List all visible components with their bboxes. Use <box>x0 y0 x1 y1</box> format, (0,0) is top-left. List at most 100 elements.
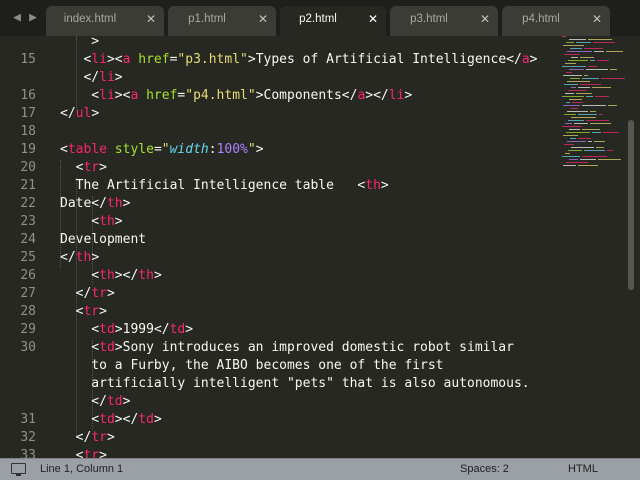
tab-close-icon[interactable]: ✕ <box>592 6 602 32</box>
minimap-line <box>565 153 570 154</box>
minimap-line <box>562 156 580 157</box>
code-line[interactable]: <tr> <box>60 159 107 177</box>
code-line[interactable]: <tr> <box>60 303 107 321</box>
monitor-icon[interactable] <box>11 463 26 476</box>
tab-close-icon[interactable]: ✕ <box>368 6 378 32</box>
tab-p4-html[interactable]: p4.html ✕ <box>502 6 610 36</box>
minimap-line <box>576 93 592 94</box>
code-line[interactable]: Date</th> <box>60 195 130 213</box>
code-line[interactable]: <li><a href="p3.html">Types of Artificia… <box>60 51 537 69</box>
minimap-line <box>563 105 580 106</box>
code-token: < <box>60 160 84 175</box>
code-token: </ <box>60 430 92 445</box>
code-line[interactable]: </tr> <box>60 429 115 447</box>
minimap-line <box>580 57 594 58</box>
code-line[interactable]: Development <box>60 231 146 249</box>
minimap-line <box>566 102 570 103</box>
code-line[interactable]: <td></td> <box>60 411 162 429</box>
minimap-line <box>584 75 588 76</box>
code-token: th <box>365 178 381 193</box>
code-token: Development <box>60 232 147 247</box>
code-line[interactable]: <table style="width:100%"> <box>60 141 264 159</box>
code-token: < <box>60 322 100 337</box>
cursor-position[interactable]: Line 1, Column 1 <box>40 459 123 480</box>
code-token: > <box>185 322 194 337</box>
code-token: > <box>114 214 123 229</box>
code-token: ></ <box>114 412 139 427</box>
code-token: tr <box>83 304 100 319</box>
code-token: > <box>99 160 107 175</box>
scrollbar-thumb[interactable] <box>628 120 634 290</box>
minimap-line <box>586 120 609 121</box>
minimap-line <box>563 135 578 136</box>
code-token: >1999</ <box>114 322 170 337</box>
minimap-line <box>582 156 607 157</box>
code-token: >< <box>106 52 123 67</box>
code-line[interactable]: </th> <box>60 249 99 267</box>
code-line[interactable]: </ul> <box>60 105 99 123</box>
code-token: td <box>99 322 115 337</box>
minimap-line <box>567 81 590 82</box>
minimap-line <box>564 114 576 115</box>
minimap-line <box>594 141 605 142</box>
minimap[interactable] <box>562 36 625 176</box>
vertical-scrollbar[interactable] <box>627 36 635 458</box>
code-line[interactable]: <tr> <box>60 447 107 458</box>
code-token: ></ <box>114 268 139 283</box>
minimap-line <box>588 141 592 142</box>
code-token: to a Furby, the AIBO becomes one of the … <box>60 358 444 373</box>
minimap-line <box>578 87 590 88</box>
tab-next-icon[interactable]: ▶ <box>22 0 44 36</box>
line-number: 27 <box>20 286 36 301</box>
code-line[interactable]: The Artificial Intelligence table <th> <box>60 177 389 195</box>
indentation-setting[interactable]: Spaces: 2 <box>460 459 509 480</box>
code-line[interactable]: <th> <box>60 213 123 231</box>
tab-p3-html[interactable]: p3.html ✕ <box>390 6 498 36</box>
code-token: > <box>99 304 107 319</box>
code-line[interactable]: artificially intelligent "pets" that is … <box>60 375 529 393</box>
tab-close-icon[interactable]: ✕ <box>258 6 268 32</box>
code-token: ul <box>75 106 92 121</box>
minimap-line <box>569 129 580 130</box>
tab-label: p1.html <box>188 13 226 25</box>
minimap-line <box>592 87 611 88</box>
tab-close-icon[interactable]: ✕ <box>480 6 490 32</box>
code-line[interactable]: <td>Sony introduces an improved domestic… <box>60 339 514 357</box>
code-editor[interactable]: 15 16 17 18 19 20 21 22 23 24 25 26 27 28 29 30 31 32 33 >… <box>0 36 640 458</box>
code-token: > <box>122 394 131 409</box>
minimap-line <box>563 45 584 46</box>
code-line[interactable]: <td>1999</td> <box>60 321 193 339</box>
minimap-line <box>568 90 586 91</box>
tab-close-icon[interactable]: ✕ <box>146 6 156 32</box>
line-number: 23 <box>20 214 36 229</box>
line-number: 26 <box>20 268 36 283</box>
code-line[interactable]: > <box>60 36 99 51</box>
code-line[interactable]: to a Furby, the AIBO becomes one of the … <box>60 357 444 375</box>
code-token: li <box>91 52 107 67</box>
syntax-mode[interactable]: HTML <box>568 459 598 480</box>
code-line[interactable]: <th></th> <box>60 267 161 285</box>
code-token: >Types of Artificial Intelligence</ <box>247 52 522 67</box>
code-line[interactable]: </tr> <box>60 285 115 303</box>
line-number: 33 <box>20 448 36 458</box>
line-number: 25 <box>20 250 36 265</box>
minimap-line <box>593 42 615 43</box>
code-token: li <box>99 88 115 103</box>
code-line[interactable]: </td> <box>60 393 130 411</box>
code-token: >Components</ <box>255 88 358 103</box>
tab-index-html[interactable]: index.html ✕ <box>46 6 164 36</box>
code-token: th <box>106 196 123 211</box>
code-area[interactable]: > <li><a href="p3.html">Types of Artific… <box>60 36 560 458</box>
code-token: > <box>153 412 162 427</box>
code-token: < <box>60 340 100 355</box>
code-token: > <box>255 142 264 157</box>
tab-p2-html[interactable]: p2.html ✕ <box>280 6 386 36</box>
code-token: : <box>208 142 217 157</box>
code-line[interactable]: </li> <box>60 69 122 87</box>
tab-p1-html[interactable]: p1.html ✕ <box>168 6 276 36</box>
code-line[interactable]: <li><a href="p4.html">Components</a></li… <box>60 87 412 105</box>
minimap-line <box>578 114 597 115</box>
minimap-line <box>578 165 598 166</box>
code-token: < <box>60 214 100 229</box>
minimap-line <box>571 57 578 58</box>
